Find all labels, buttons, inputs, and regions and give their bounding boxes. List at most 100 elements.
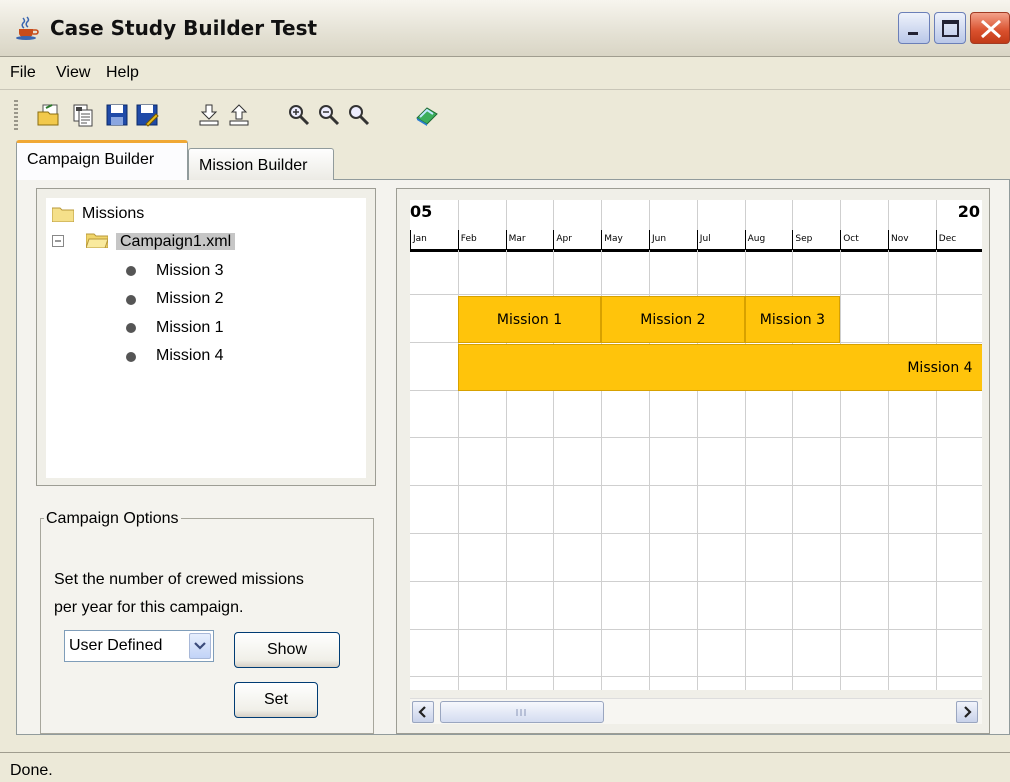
- toolbar-grip[interactable]: [14, 100, 18, 130]
- minimize-icon: [908, 32, 918, 35]
- grid-line-vertical: [792, 200, 794, 690]
- select-value: User Defined: [69, 637, 163, 654]
- zoom-in-icon[interactable]: [286, 102, 312, 128]
- grid-line-horizontal: [410, 533, 982, 534]
- mission-bar[interactable]: Mission 3: [744, 296, 841, 343]
- month-tick: [553, 230, 555, 250]
- chevron-left-icon: [418, 706, 426, 718]
- grid-line-vertical: [505, 200, 507, 690]
- tab-campaign-builder[interactable]: Campaign Builder: [16, 140, 188, 180]
- folder-icon: [52, 207, 74, 222]
- zoom-out-icon[interactable]: [316, 102, 342, 128]
- grid-line-horizontal: [410, 580, 982, 582]
- month-tick: [840, 230, 842, 250]
- month-tick: [505, 230, 507, 250]
- description-line-2: per year for this campaign.: [54, 599, 244, 616]
- close-icon: [981, 19, 1001, 39]
- toolbar: [0, 90, 1010, 140]
- save-icon[interactable]: [104, 102, 130, 128]
- scroll-left-button[interactable]: [412, 701, 434, 723]
- mission-bullet-icon: [126, 352, 136, 362]
- grid-line-vertical: [457, 200, 459, 690]
- month-label: May: [604, 234, 623, 244]
- close-button[interactable]: [970, 12, 1010, 44]
- tree-mission-1[interactable]: Mission 1: [156, 316, 224, 340]
- month-label: Aug: [747, 234, 766, 244]
- title-bar[interactable]: Case Study Builder Test: [0, 0, 1010, 57]
- menu-view[interactable]: View: [56, 64, 90, 82]
- open-folder-icon: [86, 233, 108, 248]
- minimize-button[interactable]: [898, 12, 930, 44]
- java-cup-icon: [16, 16, 39, 40]
- set-button[interactable]: Set: [234, 682, 318, 718]
- missions-tree[interactable]: Missions Campaign1.xml Mission 3 Mission…: [46, 198, 366, 478]
- mission-bar[interactable]: Mission 1: [457, 296, 602, 343]
- help-book-icon[interactable]: [414, 102, 440, 128]
- grid-line-vertical: [553, 200, 555, 690]
- mission-bullet-icon: [126, 295, 136, 305]
- mission-bullet-icon: [126, 266, 136, 276]
- export-icon[interactable]: [226, 102, 252, 128]
- scroll-right-button[interactable]: [956, 701, 978, 723]
- timeline-end-year: 20: [957, 202, 980, 221]
- maximize-button[interactable]: [934, 12, 966, 44]
- month-label: Jul: [699, 234, 711, 244]
- grid-line-vertical: [601, 200, 603, 690]
- tree-root-label[interactable]: Missions: [82, 202, 144, 226]
- menu-help[interactable]: Help: [106, 64, 139, 82]
- month-label: Apr: [556, 234, 572, 244]
- month-label: Nov: [891, 234, 909, 244]
- save-as-icon[interactable]: [134, 102, 160, 128]
- month-tick: [457, 230, 459, 250]
- tab-mission-builder[interactable]: Mission Builder: [188, 148, 334, 180]
- tree-mission-2[interactable]: Mission 2: [156, 287, 224, 311]
- campaign-options-title: Campaign Options: [44, 510, 181, 528]
- status-bar: Done.: [0, 752, 1010, 782]
- open-icon[interactable]: [36, 102, 62, 128]
- month-label: Dec: [938, 234, 957, 244]
- grid-line-vertical: [744, 200, 746, 690]
- campaign-node[interactable]: Campaign1.xml: [116, 230, 236, 254]
- month-label: Jan: [413, 234, 427, 244]
- zoom-reset-icon[interactable]: [346, 102, 372, 128]
- month-tick: [601, 230, 603, 250]
- grid-line-horizontal: [410, 628, 982, 630]
- grid-line-horizontal: [410, 294, 982, 295]
- menu-file[interactable]: File: [10, 64, 36, 82]
- timeline-start-year: 05: [410, 202, 433, 221]
- grid-line-vertical: [935, 200, 937, 690]
- missions-per-year-select[interactable]: User Defined: [64, 630, 214, 662]
- horizontal-scrollbar[interactable]: [410, 698, 982, 724]
- import-icon[interactable]: [196, 102, 222, 128]
- dropdown-button[interactable]: [189, 633, 211, 659]
- month-tick: [935, 230, 937, 250]
- month-label: Feb: [460, 234, 477, 244]
- grid-line-horizontal: [410, 437, 982, 439]
- chevron-down-icon: [194, 642, 206, 650]
- tree-mission-4[interactable]: Mission 4: [156, 344, 224, 368]
- app-window: Case Study Builder Test File View Help C…: [0, 0, 1010, 782]
- show-button[interactable]: Show: [234, 632, 340, 668]
- collapse-icon[interactable]: [52, 235, 64, 247]
- mission-timeline[interactable]: 05 20 Jan Feb Mar Apr May Jun Jul Aug Sep Oct Nov D…: [410, 200, 982, 690]
- mission-bar[interactable]: Mission 4: [457, 343, 982, 391]
- mission-bar[interactable]: Mission 2: [601, 296, 745, 343]
- scroll-thumb[interactable]: [440, 701, 604, 723]
- paste-icon[interactable]: [70, 102, 96, 128]
- description-line-1: Set the number of crewed missions: [54, 571, 304, 588]
- grid-line-vertical: [840, 200, 842, 690]
- mission-bullet-icon: [126, 323, 136, 333]
- month-label: Oct: [843, 234, 859, 244]
- status-text: Done.: [10, 762, 53, 779]
- tree-mission-3[interactable]: Mission 3: [156, 259, 224, 283]
- month-label: Sep: [795, 234, 813, 244]
- month-tick: [888, 230, 889, 250]
- grid-line-horizontal: [410, 485, 982, 487]
- campaign-node-label: Campaign1.xml: [116, 233, 236, 250]
- month-tick: [696, 230, 698, 250]
- month-tick: [792, 230, 794, 250]
- month-label: Mar: [508, 234, 526, 244]
- month-tick: [649, 230, 650, 250]
- campaign-options-group: [40, 518, 374, 734]
- grid-line-vertical: [696, 200, 698, 690]
